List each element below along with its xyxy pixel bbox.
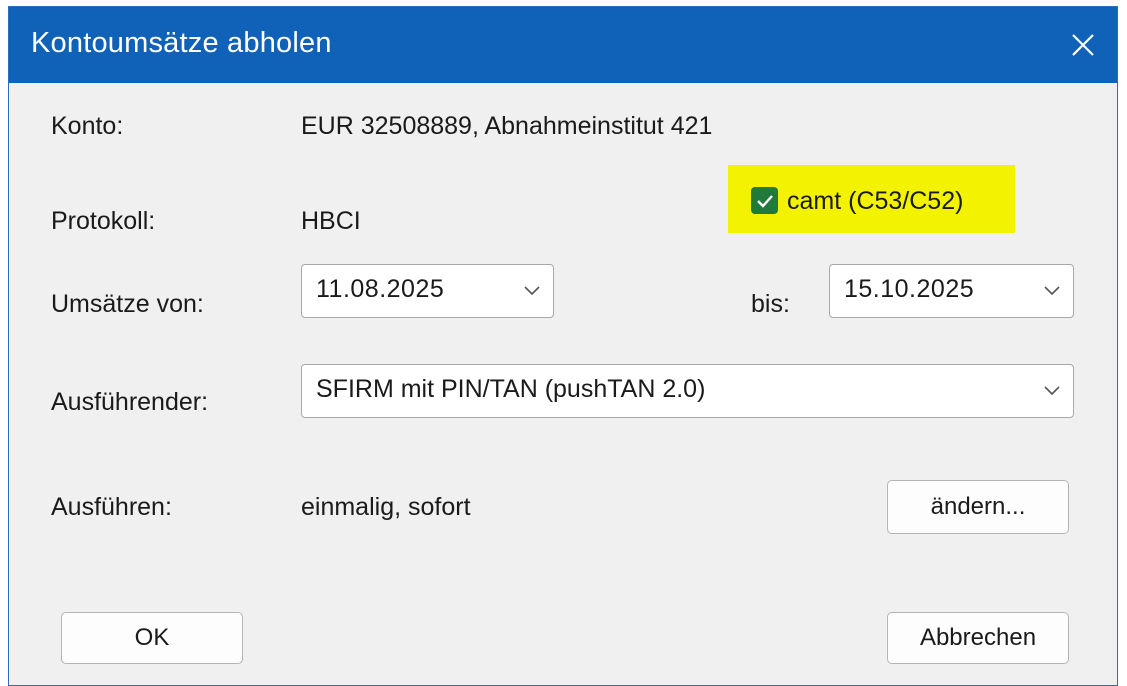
ausfuehrender-label: Ausführender: [51,388,209,416]
date-from-value: 11.08.2025 [316,275,445,303]
konto-value: EUR 32508889, Abnahmeinstitut 421 [301,112,713,140]
date-from-picker[interactable]: 11.08.2025 [301,264,554,318]
executor-value: SFIRM mit PIN/TAN (pushTAN 2.0) [316,375,706,403]
chevron-down-icon [1044,286,1060,296]
camt-checkbox-label[interactable]: camt (C53/C52) [787,187,963,216]
konto-label: Konto: [51,112,124,140]
umsaetze-von-label: Umsätze von: [51,290,204,318]
checkmark-icon [756,194,773,208]
executor-select[interactable]: SFIRM mit PIN/TAN (pushTAN 2.0) [301,364,1074,418]
protokoll-value: HBCI [301,207,361,235]
chevron-down-icon [524,286,540,296]
cancel-button[interactable]: Abbrechen [887,612,1069,664]
ok-button[interactable]: OK [61,612,243,664]
chevron-down-icon [1044,386,1060,396]
ausfuehren-label: Ausführen: [51,493,172,521]
bis-label: bis: [751,290,790,318]
change-schedule-button[interactable]: ändern... [887,480,1069,534]
title-bar: Kontoumsätze abholen [9,7,1117,83]
date-to-picker[interactable]: 15.10.2025 [829,264,1074,318]
protokoll-label: Protokoll: [51,207,156,235]
close-button[interactable] [1049,7,1117,83]
camt-checkbox[interactable] [751,187,778,214]
date-to-value: 15.10.2025 [844,275,975,303]
dialog-window: Kontoumsätze abholen Konto: EUR 32508889… [8,6,1118,686]
window-title: Kontoumsätze abholen [31,27,332,59]
close-icon [1072,34,1094,56]
ausfuehren-value: einmalig, sofort [301,493,471,521]
